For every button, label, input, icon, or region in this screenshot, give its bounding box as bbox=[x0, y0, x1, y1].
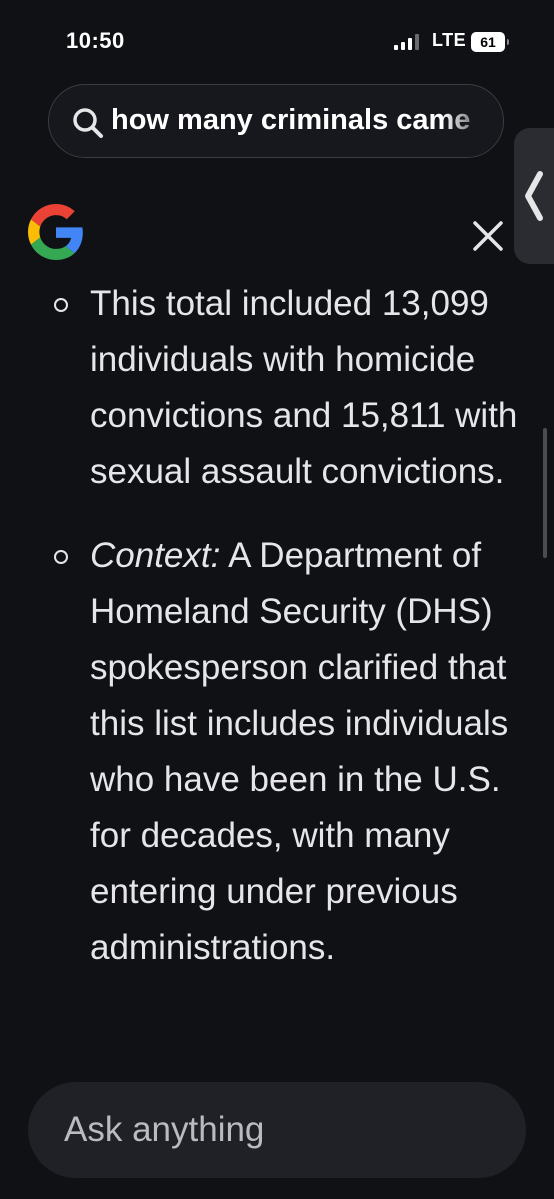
list-item-label: Context: bbox=[90, 536, 221, 575]
battery-level: 61 bbox=[480, 34, 496, 50]
search-bar[interactable]: how many criminals came bbox=[48, 84, 504, 158]
bullet-icon bbox=[54, 550, 68, 564]
status-bar: 10:50 LTE 61 bbox=[0, 0, 554, 80]
list-item: Context: A Department of Homeland Securi… bbox=[54, 528, 530, 976]
signal-icon bbox=[394, 34, 422, 50]
battery-icon: 61 bbox=[471, 32, 509, 52]
ask-input[interactable]: Ask anything bbox=[28, 1082, 526, 1178]
status-time: 10:50 bbox=[66, 28, 125, 53]
side-panel-tab[interactable] bbox=[514, 128, 554, 264]
google-logo bbox=[28, 204, 83, 260]
search-icon bbox=[73, 108, 103, 138]
list-item-text: A Department of Homeland Security (DHS) … bbox=[90, 536, 509, 967]
ask-placeholder: Ask anything bbox=[64, 1110, 265, 1149]
list-item-text: This total included 13,099 individuals w… bbox=[90, 284, 518, 491]
ai-answer-content: This total included 13,099 individuals w… bbox=[0, 276, 554, 1004]
search-fade bbox=[443, 85, 503, 157]
network-label: LTE bbox=[432, 30, 467, 50]
scrollbar[interactable] bbox=[543, 428, 547, 558]
search-query: how many criminals came bbox=[111, 104, 471, 136]
chevron-left-icon bbox=[525, 171, 543, 221]
list-item: This total included 13,099 individuals w… bbox=[54, 276, 530, 500]
close-icon[interactable] bbox=[470, 218, 506, 254]
bullet-icon bbox=[54, 298, 68, 312]
